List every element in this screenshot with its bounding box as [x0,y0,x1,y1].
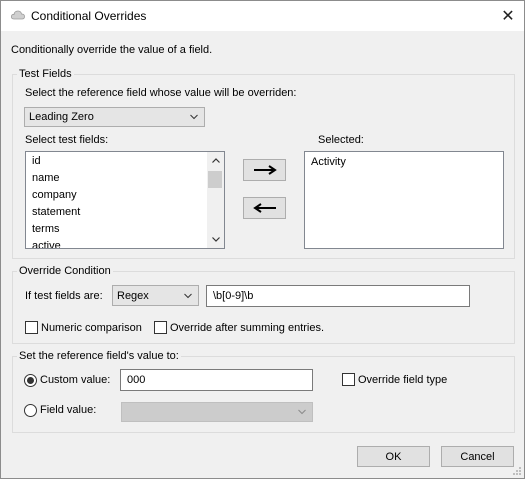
conditional-overrides-dialog: Conditional Overrides ✕ Conditionally ov… [0,0,525,479]
custom-value-radio[interactable] [24,374,37,387]
override-after-summing-checkbox[interactable] [154,321,167,334]
list-item[interactable]: company [26,187,224,204]
field-value-label[interactable]: Field value: [40,404,96,416]
add-field-button[interactable] [243,159,286,181]
select-test-fields-label: Select test fields: [25,134,109,146]
test-fields-title: Test Fields [17,68,74,80]
list-item[interactable]: statement [26,204,224,221]
override-field-type-label[interactable]: Override field type [358,374,447,386]
window-title: Conditional Overrides [31,9,147,23]
available-fields-list[interactable]: id name company statement terms active [25,151,225,249]
custom-value-text: 000 [127,374,146,386]
chevron-down-icon [190,114,198,120]
chevron-down-icon [184,293,192,298]
list-item[interactable]: terms [26,221,224,238]
selected-fields-label: Selected: [318,134,364,146]
condition-pattern-input[interactable]: \b[0-9]\b [206,285,470,307]
remove-field-button[interactable] [243,197,286,219]
dialog-description: Conditionally override the value of a fi… [11,44,213,56]
chevron-down-icon [298,409,306,415]
custom-value-label[interactable]: Custom value: [40,374,110,386]
if-test-fields-label: If test fields are: [25,290,103,302]
reference-field-label: Select the reference field whose value w… [25,87,297,99]
condition-operator-dropdown[interactable]: Regex [112,285,199,306]
scroll-thumb[interactable] [208,171,222,188]
reference-field-value: Leading Zero [29,111,94,123]
numeric-comparison-label[interactable]: Numeric comparison [41,322,142,334]
close-button[interactable]: ✕ [492,1,524,31]
field-value-radio[interactable] [24,404,37,417]
set-value-title: Set the reference field's value to: [17,350,181,362]
ok-button[interactable]: OK [357,446,430,467]
list-item[interactable]: name [26,170,224,187]
close-icon: ✕ [501,8,515,25]
resize-grip-icon[interactable] [512,466,522,476]
selected-fields-list[interactable]: Activity [304,151,504,249]
list-item[interactable]: id [26,153,224,170]
reference-field-dropdown[interactable]: Leading Zero [24,107,205,127]
list-scrollbar[interactable] [207,152,224,248]
override-condition-title: Override Condition [17,265,113,277]
title-bar: Conditional Overrides ✕ [1,1,524,31]
arrow-right-icon [253,165,277,175]
list-item[interactable]: Activity [305,154,503,171]
condition-operator-value: Regex [117,289,149,302]
override-after-summing-label[interactable]: Override after summing entries. [170,322,324,334]
list-item[interactable]: active [26,238,224,248]
custom-value-input[interactable]: 000 [120,369,313,391]
scroll-down-icon[interactable] [207,231,224,248]
field-value-dropdown [121,402,313,422]
numeric-comparison-checkbox[interactable] [25,321,38,334]
cancel-button[interactable]: Cancel [441,446,514,467]
arrow-left-icon [252,203,276,213]
scroll-up-icon[interactable] [207,152,224,169]
override-field-type-checkbox[interactable] [342,373,355,386]
condition-pattern-value: \b[0-9]\b [213,290,254,302]
cloud-icon [11,10,25,20]
